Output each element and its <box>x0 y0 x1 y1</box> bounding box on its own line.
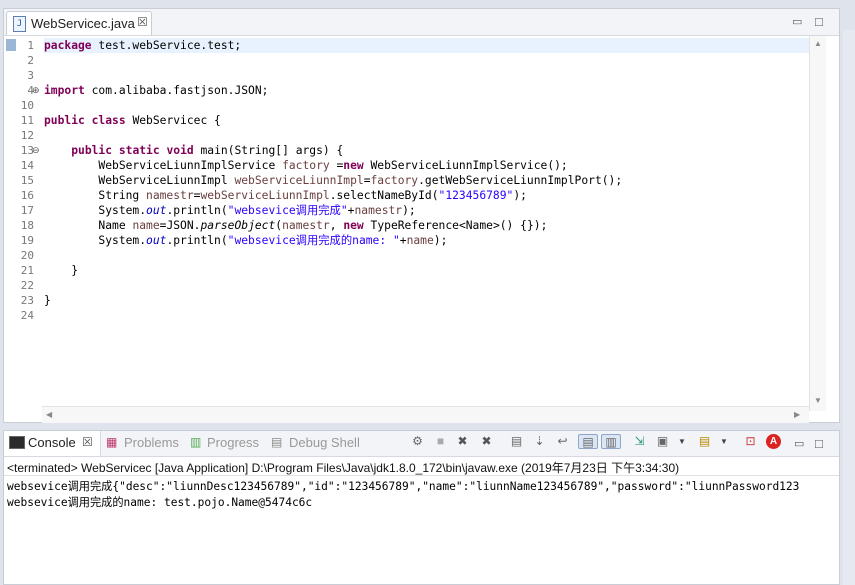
open-console-icon[interactable]: ▤ <box>697 434 712 449</box>
scroll-down-icon[interactable]: ▼ <box>814 396 822 405</box>
display-selected-console-icon[interactable]: ▣ <box>655 434 670 449</box>
close-tab-icon[interactable]: ☒ <box>137 15 148 29</box>
console-output-line: websevice调用完成的name: test.pojo.Name@5474c… <box>7 496 313 509</box>
scroll-left-icon[interactable]: ◀ <box>46 410 52 419</box>
code-line: System.out.println("websevice调用完成"+names… <box>98 204 416 217</box>
clear-console-icon[interactable]: ▤ <box>509 434 524 449</box>
line-number: 14 <box>20 159 34 172</box>
code-line: Name name=JSON.parseObject(namestr, new … <box>98 219 548 232</box>
java-file-icon: J <box>13 16 26 32</box>
line-number: 18 <box>20 219 34 232</box>
editor-tab-bar: J WebServicec.java ☒ ▭ □ <box>4 9 839 36</box>
horizontal-scrollbar[interactable]: ◀ ▶ <box>42 406 809 423</box>
console-icon <box>9 436 25 449</box>
code-line: System.out.println("websevice调用完成的name: … <box>98 234 448 247</box>
pin-console-icon[interactable]: ⇲ <box>632 434 647 449</box>
code-line: public static void main(String[] args) { <box>71 144 344 157</box>
problems-icon: ▦ <box>106 435 118 449</box>
right-side-strip <box>843 30 855 585</box>
line-number: 20 <box>20 249 34 262</box>
terminated-status: <terminated> WebServicec [Java Applicati… <box>7 461 680 475</box>
line-number-gutter: 1 2 3 4 ⊕ 10 11 12 13 ⊖ 14 15 16 17 18 1… <box>4 36 42 406</box>
terminate-icon[interactable]: ■ <box>433 434 448 449</box>
debug-shell-icon: ▤ <box>271 435 283 449</box>
chevron-down-icon[interactable]: ▼ <box>678 437 686 446</box>
line-number: 19 <box>20 234 34 247</box>
code-line: import com.alibaba.fastjson.JSON; <box>44 84 269 97</box>
code-line: String namestr=webServiceLiunnImpl.selec… <box>98 189 527 202</box>
show-console-on-stdout-icon[interactable]: ▤ <box>578 434 598 449</box>
line-number: 23 <box>20 294 34 307</box>
maximize-icon[interactable]: □ <box>815 436 823 451</box>
code-line: package test.webService.test; <box>44 38 809 53</box>
scroll-right-icon[interactable]: ▶ <box>794 410 800 419</box>
show-console-on-stderr-icon[interactable]: ▥ <box>601 434 621 449</box>
line-number: 2 <box>27 54 34 67</box>
line-number: 16 <box>20 189 34 202</box>
minimize-icon[interactable]: ▭ <box>794 437 804 450</box>
line-number: 11 <box>20 114 34 127</box>
close-tab-icon[interactable]: ☒ <box>82 435 93 449</box>
spring-icon[interactable]: ⊡ <box>743 434 758 449</box>
code-line: WebServiceLiunnImpl webServiceLiunnImpl=… <box>98 174 623 187</box>
editor-pane: J WebServicec.java ☒ ▭ □ 1 2 3 4 ⊕ 10 11… <box>3 8 840 423</box>
scroll-lock-icon[interactable]: ⇣ <box>532 434 547 449</box>
tab-webservicec-java[interactable]: J WebServicec.java ☒ <box>6 11 152 35</box>
fold-expand-icon[interactable]: ⊕ <box>32 85 40 96</box>
fold-collapse-icon[interactable]: ⊖ <box>32 145 40 156</box>
progress-icon: ▥ <box>190 435 202 449</box>
vertical-scrollbar[interactable]: ▲ ▼ <box>809 36 826 411</box>
tab-console[interactable]: Console ☒ <box>4 431 101 456</box>
maximize-icon[interactable]: □ <box>815 14 823 29</box>
console-output-line: websevice调用完成{"desc":"liunnDesc123456789… <box>7 480 800 493</box>
line-number: 4 <box>27 84 34 97</box>
tab-debug-shell[interactable]: Debug Shell <box>289 435 360 450</box>
code-line: WebServiceLiunnImplService factory =new … <box>98 159 568 172</box>
divider <box>4 475 839 476</box>
tab-problems[interactable]: Problems <box>124 435 179 450</box>
code-line: public class WebServicec { <box>44 114 221 127</box>
code-line: } <box>71 264 79 277</box>
line-number: 13 <box>20 144 34 157</box>
line-number: 21 <box>20 264 34 277</box>
console-tab-bar: Console ☒ ▦ Problems ▥ Progress ▤ Debug … <box>4 431 839 457</box>
line-number: 17 <box>20 204 34 217</box>
line-number: 22 <box>20 279 34 292</box>
word-wrap-icon[interactable]: ↩ <box>555 434 570 449</box>
line-number: 1 <box>27 39 34 52</box>
line-number: 10 <box>20 99 34 112</box>
tab-console-label: Console <box>28 435 76 450</box>
console-pane: Console ☒ ▦ Problems ▥ Progress ▤ Debug … <box>3 430 840 585</box>
tab-progress[interactable]: Progress <box>207 435 259 450</box>
code-line: } <box>44 294 51 307</box>
code-area[interactable]: package test.webService.test; import com… <box>44 36 809 406</box>
chevron-down-icon[interactable]: ▼ <box>720 437 728 446</box>
tool-a-icon[interactable]: A <box>766 434 781 449</box>
remove-launch-icon[interactable]: ✖ <box>455 434 470 449</box>
line-number: 24 <box>20 309 34 322</box>
line-number: 15 <box>20 174 34 187</box>
link-icon[interactable]: ⚙ <box>410 434 425 449</box>
line-number: 12 <box>20 129 34 142</box>
tab-title: WebServicec.java <box>31 16 135 31</box>
scroll-up-icon[interactable]: ▲ <box>814 39 822 48</box>
remove-all-launches-icon[interactable]: ✖ <box>479 434 494 449</box>
minimize-icon[interactable]: ▭ <box>792 15 802 28</box>
line-number: 3 <box>27 69 34 82</box>
